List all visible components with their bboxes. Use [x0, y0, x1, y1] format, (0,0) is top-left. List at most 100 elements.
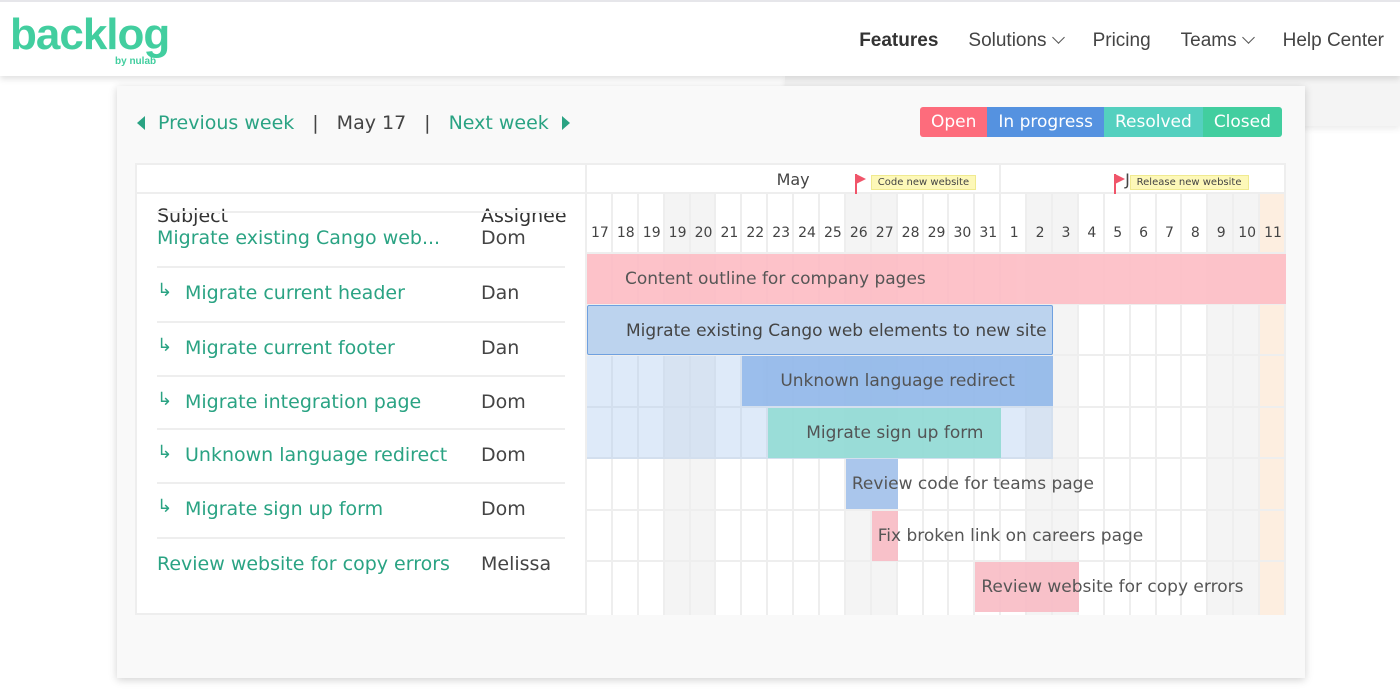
table-row[interactable]: ↳ Migrate sign up form Dom — [157, 482, 565, 537]
table-row[interactable]: ↳ Migrate current header Dan — [157, 266, 565, 321]
chevron-down-icon — [1241, 31, 1255, 44]
day-label: 2 — [1035, 225, 1045, 241]
table-row[interactable]: Migrate existing Cango web... Dom — [157, 211, 565, 266]
status-legend: Open In progress Resolved Closed — [920, 107, 1282, 137]
bar-label: Migrate sign up form — [806, 423, 984, 443]
day-label: 29 — [927, 225, 946, 241]
issue-table: Subject Assignee Migrate existing Cango … — [137, 165, 587, 615]
issue-subject-link[interactable]: Review website for copy errors — [157, 553, 450, 575]
bar-label: Migrate existing Cango web elements to n… — [626, 321, 1047, 341]
assignee: Dom — [481, 444, 526, 466]
legend-closed: Closed — [1202, 107, 1282, 137]
day-label: 17 — [591, 225, 609, 241]
separator: | — [424, 112, 431, 134]
nav-solutions[interactable]: Solutions — [968, 30, 1065, 52]
main-nav: Features Solutions Pricing Teams Help Center — [859, 30, 1384, 52]
chevron-down-icon — [1051, 31, 1065, 44]
day-label: 28 — [901, 225, 920, 241]
day-label: 31 — [979, 225, 998, 241]
subtask-arrow-icon: ↳ — [157, 280, 173, 301]
week-navigation: Previous week | May 17 | Next week — [137, 112, 570, 134]
day-label: 27 — [875, 225, 894, 241]
bar-label: Fix broken link on careers page — [877, 526, 1144, 546]
nav-features[interactable]: Features — [859, 30, 938, 52]
day-label: 6 — [1139, 225, 1149, 241]
day-label: 18 — [616, 225, 635, 241]
backlog-logo[interactable]: backlog by nulab — [10, 10, 170, 67]
day-label: 3 — [1061, 225, 1071, 241]
previous-week-link[interactable]: Previous week — [158, 112, 294, 134]
nav-teams[interactable]: Teams — [1180, 30, 1255, 52]
day-label: 7 — [1165, 225, 1174, 241]
issue-subject-link[interactable]: Migrate sign up form — [185, 498, 383, 520]
legend-in-progress: In progress — [987, 107, 1104, 137]
day-label: 24 — [798, 225, 816, 241]
milestone-flag-icon[interactable] — [1113, 173, 1126, 195]
assignee: Melissa — [481, 553, 552, 575]
assignee: Dom — [481, 227, 526, 249]
issue-subject-link[interactable]: Migrate current footer — [185, 337, 395, 359]
current-week-label: May 17 — [336, 112, 407, 134]
day-label: 22 — [746, 225, 765, 241]
milestone-label: Code new website — [870, 175, 977, 190]
logo-subtext: by nulab — [115, 56, 157, 67]
table-row[interactable]: ↳ Migrate integration page Dom — [157, 375, 565, 430]
gantt-bar[interactable]: Migrate existing Cango web elements to n… — [587, 305, 1053, 355]
gantt-card: Previous week | May 17 | Next week Open I… — [117, 86, 1305, 678]
gantt-bar[interactable]: Fix broken link on careers page — [871, 511, 1143, 561]
day-label: 10 — [1238, 225, 1257, 241]
bar-label: Content outline for company pages — [625, 269, 926, 289]
milestone-flag-icon[interactable] — [854, 173, 867, 195]
day-label: 19 — [668, 225, 687, 241]
milestone-label: Release new website — [1129, 175, 1249, 190]
issue-subject-link[interactable]: Migrate current header — [185, 282, 405, 304]
bar-label: Unknown language redirect — [780, 371, 1015, 391]
day-label: 19 — [642, 225, 661, 241]
legend-open: Open — [920, 107, 988, 137]
gantt-bar[interactable]: Review code for teams page — [845, 459, 1094, 509]
issue-subject-link[interactable]: Migrate existing Cango web... — [157, 227, 440, 249]
subtask-arrow-icon: ↳ — [157, 442, 173, 463]
separator: | — [312, 112, 319, 134]
nav-label: Teams — [1180, 30, 1237, 51]
nav-label: Features — [859, 30, 939, 51]
nav-label: Solutions — [968, 30, 1047, 51]
bar-label: Review website for copy errors — [981, 577, 1244, 597]
subtask-arrow-icon: ↳ — [157, 335, 173, 356]
gantt-bar[interactable]: Unknown language redirect — [742, 356, 1053, 406]
day-label: 1 — [1009, 225, 1019, 241]
assignee: Dom — [481, 391, 526, 413]
caret-right-icon[interactable] — [561, 116, 570, 130]
day-label: 21 — [720, 225, 739, 241]
gantt-bar[interactable]: Review website for copy errors — [975, 562, 1243, 612]
table-top-spacer — [137, 165, 587, 194]
day-label: 11 — [1264, 225, 1282, 241]
bar-label: Review code for teams page — [851, 474, 1094, 494]
assignee: Dan — [481, 337, 520, 359]
timeline: MayJune171819192021222324252627282930311… — [587, 165, 1286, 615]
nav-label: Help Center — [1282, 30, 1384, 51]
nav-help-center[interactable]: Help Center — [1283, 30, 1384, 52]
nav-label: Pricing — [1092, 30, 1151, 51]
gantt-bar[interactable]: Migrate sign up form — [768, 408, 1002, 458]
day-label: 20 — [694, 225, 713, 241]
assignee: Dom — [481, 498, 526, 520]
day-label: 23 — [772, 225, 791, 241]
top-navigation: backlog by nulab Features Solutions Pricing… — [0, 0, 1400, 76]
gantt-chart: Subject Assignee Migrate existing Cango … — [135, 163, 1286, 615]
issue-subject-link[interactable]: Migrate integration page — [185, 391, 421, 413]
next-week-link[interactable]: Next week — [449, 112, 549, 134]
table-row[interactable]: Review website for copy errors Melissa — [157, 537, 565, 592]
assignee: Dan — [481, 282, 520, 304]
day-label: 4 — [1087, 225, 1097, 241]
day-label: 25 — [824, 225, 842, 241]
table-row[interactable]: ↳ Unknown language redirect Dom — [157, 428, 565, 483]
gantt-bar[interactable]: Content outline for company pages — [587, 254, 1286, 304]
table-row[interactable]: ↳ Migrate current footer Dan — [157, 321, 565, 376]
day-label: 9 — [1216, 225, 1226, 241]
issue-subject-link[interactable]: Unknown language redirect — [185, 444, 447, 466]
day-label: 26 — [849, 225, 868, 241]
legend-resolved: Resolved — [1104, 107, 1203, 137]
nav-pricing[interactable]: Pricing — [1093, 30, 1151, 52]
caret-left-icon[interactable] — [137, 116, 145, 130]
